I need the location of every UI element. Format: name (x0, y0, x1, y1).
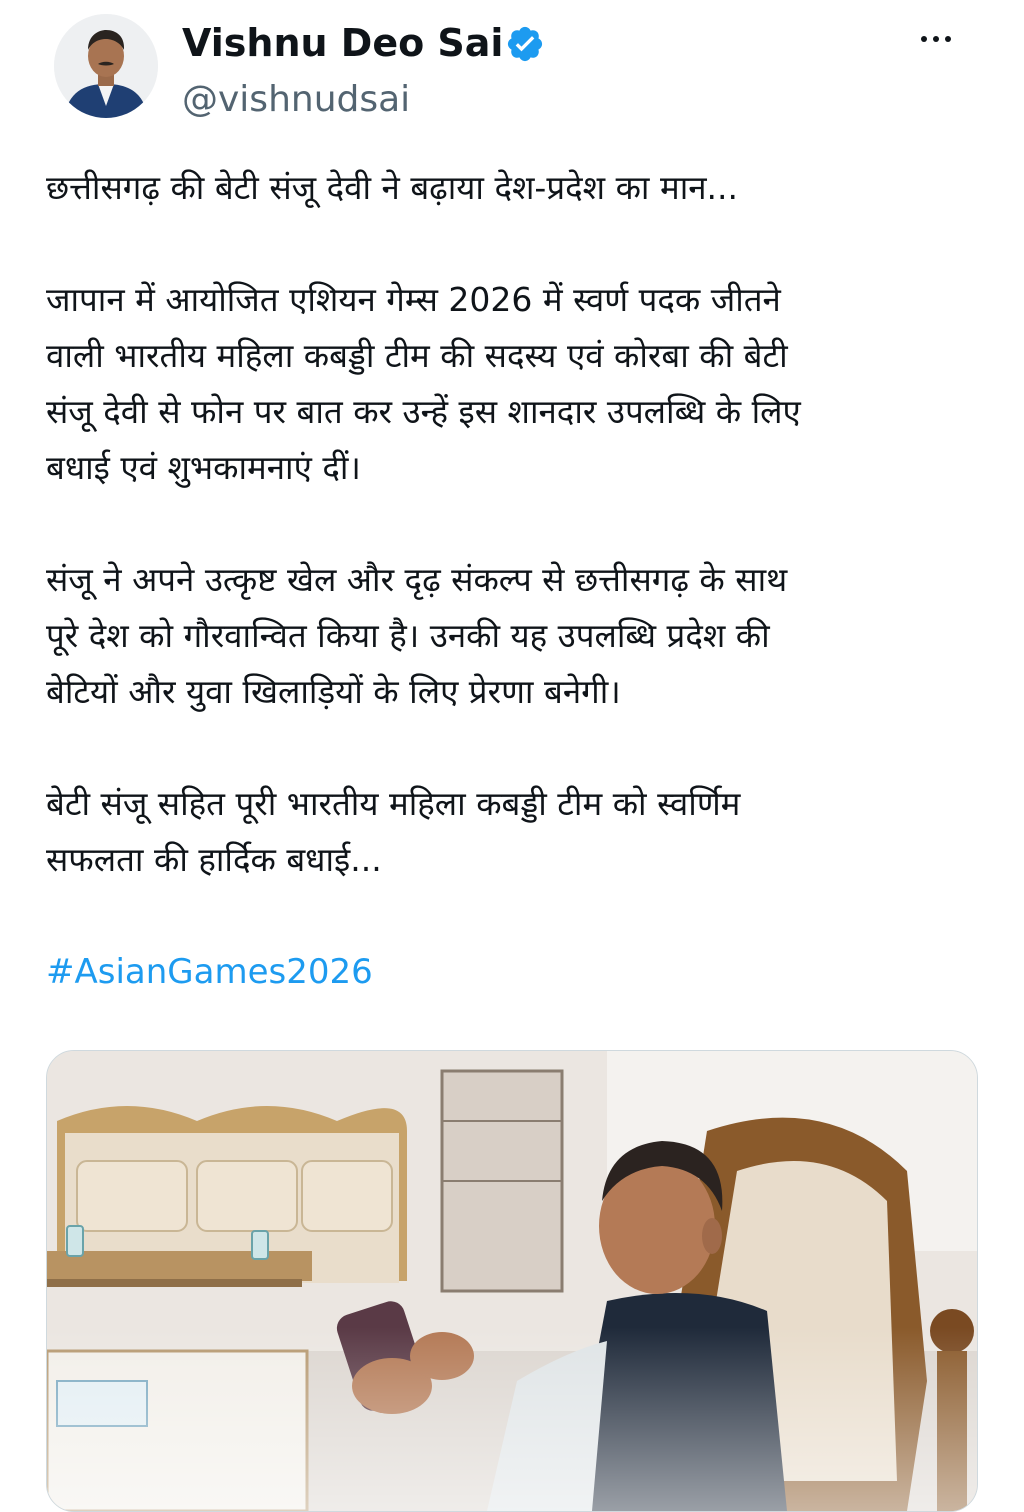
user-handle[interactable]: @vishnudsai (182, 78, 410, 122)
display-name[interactable]: Vishnu Deo Sai (182, 18, 503, 68)
more-horizontal-icon[interactable] (908, 24, 964, 54)
tweet-text: छत्तीसगढ़ की बेटी संजू देवी ने बढ़ाया दे… (46, 160, 986, 1000)
more-dot (921, 36, 927, 42)
more-dot (933, 36, 939, 42)
attached-photo[interactable] (46, 1050, 978, 1512)
tweet-paragraph-3: संजू ने अपने उत्कृष्ट खेल और दृढ़ संकल्प… (46, 560, 788, 711)
verified-badge-icon (505, 24, 545, 64)
avatar[interactable] (54, 14, 158, 118)
hashtag-link[interactable]: #AsianGames2026 (46, 944, 986, 1000)
tweet-card: Vishnu Deo Sai @vishnudsai छत्तीसगढ़ की … (0, 0, 1024, 1512)
tweet-paragraph-4: बेटी संजू सहित पूरी भारतीय महिला कबड्डी … (46, 784, 741, 879)
tweet-paragraph-1: छत्तीसगढ़ की बेटी संजू देवी ने बढ़ाया दे… (46, 168, 739, 207)
more-dot (945, 36, 951, 42)
tweet-paragraph-2: जापान में आयोजित एशियन गेम्स 2026 में स्… (46, 280, 801, 487)
